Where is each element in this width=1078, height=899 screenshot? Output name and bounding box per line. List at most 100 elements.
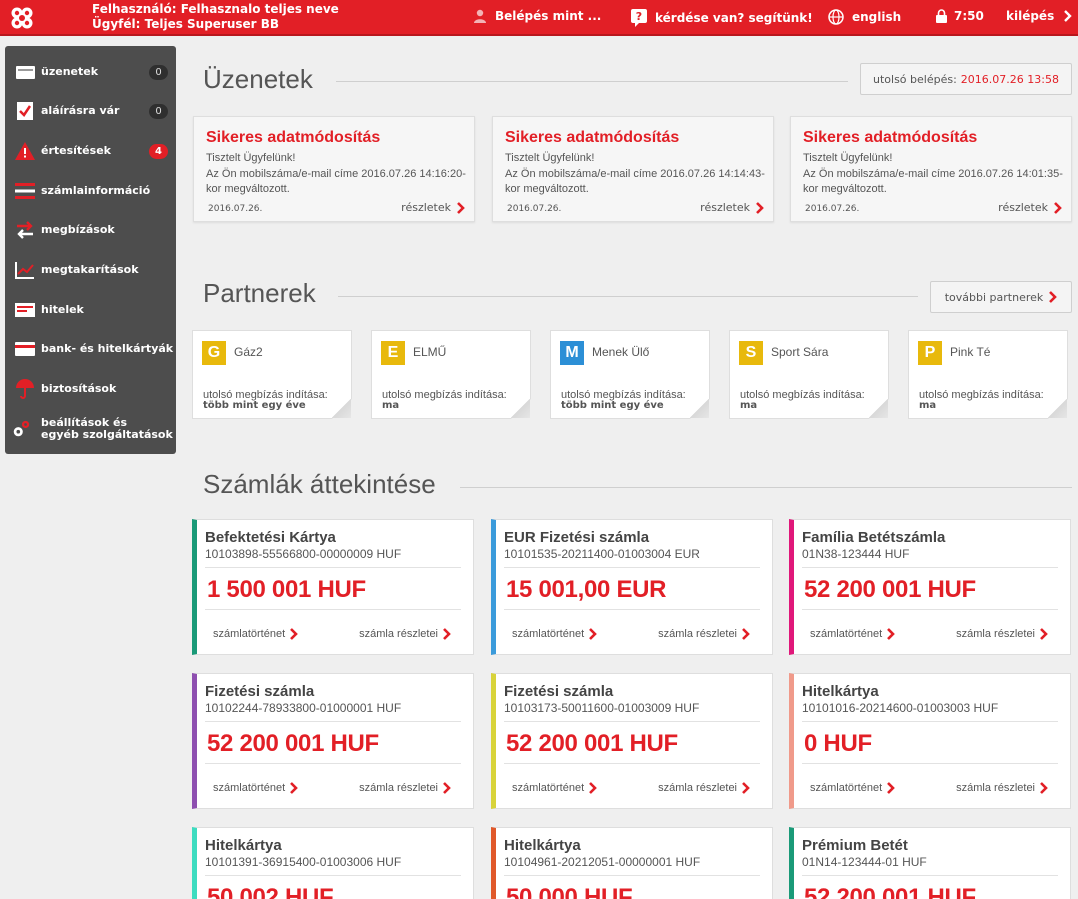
chevron-right-icon xyxy=(1049,291,1058,303)
chevron-right-icon xyxy=(887,782,895,794)
signature-check-icon xyxy=(15,101,35,121)
account-name: Hitelkártya xyxy=(205,837,282,854)
account-card[interactable]: Hitelkártya 10104961-20212051-00000001 H… xyxy=(491,827,773,899)
account-name: Befektetési Kártya xyxy=(205,529,336,546)
partner-name: Gáz2 xyxy=(234,345,263,359)
details-label: számla részletei xyxy=(956,628,1035,640)
account-card[interactable]: Prémium Betét 01N14-123444-01 HUF 52 200… xyxy=(789,827,1071,899)
account-balance: 50 002 HUF xyxy=(207,884,334,899)
chevron-right-icon xyxy=(1040,628,1048,640)
language-label: english xyxy=(852,10,902,24)
sidebar-item-label: beállítások és egyéb szolgáltatások xyxy=(41,417,173,441)
last-login-box: utolsó belépés: 2016.07.26 13:58 xyxy=(860,63,1072,95)
partner-card[interactable]: M Menek Ülő utolsó megbízás indítása: tö… xyxy=(550,330,710,419)
partner-card[interactable]: S Sport Sára utolsó megbízás indítása: m… xyxy=(729,330,889,419)
account-details-link[interactable]: számla részletei xyxy=(658,628,750,640)
sidebar-item-savings[interactable]: megtakarítások xyxy=(5,252,176,288)
account-history-link[interactable]: számlatörténet xyxy=(810,782,895,794)
details-label: számla részletei xyxy=(956,782,1035,794)
account-card[interactable]: Hitelkártya 10101391-36915400-01003006 H… xyxy=(192,827,474,899)
transfer-arrows-icon xyxy=(15,220,35,240)
sidebar-item-orders[interactable]: megbízások xyxy=(5,212,176,248)
account-card[interactable]: EUR Fizetési számla 10101535-20211400-01… xyxy=(491,519,773,655)
message-details-link[interactable]: részletek xyxy=(700,201,764,214)
account-balance: 52 200 001 HUF xyxy=(804,576,976,603)
divider xyxy=(205,763,461,764)
more-partners-label: további partnerek xyxy=(944,290,1044,304)
partner-card[interactable]: G Gáz2 utolsó megbízás indítása: több mi… xyxy=(192,330,352,419)
account-history-link[interactable]: számlatörténet xyxy=(810,628,895,640)
notifications-count-badge: 4 xyxy=(149,143,168,159)
sidebar-item-account-info[interactable]: számlainformáció xyxy=(5,173,176,209)
chevron-right-icon xyxy=(457,201,465,214)
envelope-icon xyxy=(15,62,35,82)
top-bar: Felhasználó: Felhasznalo teljes neve Ügy… xyxy=(0,0,1078,36)
help-button[interactable]: ? kérdése van? segítünk! xyxy=(631,9,813,27)
login-as-button[interactable]: Belépés mint ... xyxy=(473,9,601,23)
message-greeting: Tisztelt Ügyfelünk! xyxy=(206,152,296,164)
account-card[interactable]: Hitelkártya 10101016-20214600-01003003 H… xyxy=(789,673,1071,809)
history-label: számlatörténet xyxy=(810,782,883,794)
sidebar-item-awaiting-signature[interactable]: aláírásra vár 0 xyxy=(5,93,176,129)
page-fold-shade xyxy=(511,399,530,418)
account-card[interactable]: Fizetési számla 10102244-78933800-010000… xyxy=(192,673,474,809)
message-details-link[interactable]: részletek xyxy=(998,201,1062,214)
help-label: kérdése van? segítünk! xyxy=(655,11,813,25)
message-card[interactable]: Sikeres adatmódosítás Tisztelt Ügyfelünk… xyxy=(790,116,1072,222)
message-card[interactable]: Sikeres adatmódosítás Tisztelt Ügyfelünk… xyxy=(193,116,475,222)
details-label: részletek xyxy=(401,201,451,214)
partner-card[interactable]: E ELMŰ utolsó megbízás indítása: ma xyxy=(371,330,531,419)
details-label: számla részletei xyxy=(359,782,438,794)
divider xyxy=(205,721,461,722)
chevron-right-icon xyxy=(290,782,298,794)
svg-text:?: ? xyxy=(636,10,642,23)
account-number: 10101391-36915400-01003006 HUF xyxy=(205,855,402,869)
account-balance: 15 001,00 EUR xyxy=(506,576,667,603)
logout-button[interactable]: kilépés xyxy=(1006,9,1072,23)
message-card[interactable]: Sikeres adatmódosítás Tisztelt Ügyfelünk… xyxy=(492,116,774,222)
account-history-link[interactable]: számlatörténet xyxy=(213,628,298,640)
sidebar-item-settings[interactable]: beállítások és egyéb szolgáltatások xyxy=(5,411,176,447)
account-card[interactable]: Befektetési Kártya 10103898-55566800-000… xyxy=(192,519,474,655)
sidebar-item-label: értesítések xyxy=(41,144,111,157)
account-details-link[interactable]: számla részletei xyxy=(956,782,1048,794)
client-name: Ügyfél: Teljes Superuser BB xyxy=(92,17,280,31)
partner-initial: M xyxy=(560,341,584,365)
account-card[interactable]: Família Betétszámla 01N38-123444 HUF 52 … xyxy=(789,519,1071,655)
page-fold-shade xyxy=(690,399,709,418)
partner-last-order-value: ma xyxy=(382,400,400,411)
message-details-link[interactable]: részletek xyxy=(401,201,465,214)
account-balance: 50 000 HUF xyxy=(506,884,633,899)
sidebar-item-notifications[interactable]: értesítések 4 xyxy=(5,133,176,169)
page-fold-shade xyxy=(1048,399,1067,418)
message-text: Az Ön mobilszáma/e-mail címe 2016.07.26 … xyxy=(505,167,765,196)
account-balance: 0 HUF xyxy=(804,730,872,757)
account-details-link[interactable]: számla részletei xyxy=(359,628,451,640)
message-title: Sikeres adatmódosítás xyxy=(803,129,978,146)
chart-line-icon xyxy=(15,260,35,280)
sidebar-item-insurance[interactable]: biztosítások xyxy=(5,371,176,407)
account-history-link[interactable]: számlatörténet xyxy=(213,782,298,794)
user-name: Felhasználó: Felhasznalo teljes neve xyxy=(92,2,339,16)
chevron-right-icon xyxy=(443,628,451,640)
umbrella-icon xyxy=(15,379,35,399)
sidebar-item-messages[interactable]: üzenetek 0 xyxy=(5,54,176,90)
details-label: részletek xyxy=(700,201,750,214)
more-partners-button[interactable]: további partnerek xyxy=(930,281,1072,313)
sidebar-item-cards[interactable]: bank- és hitelkártyák xyxy=(5,331,176,367)
account-card[interactable]: Fizetési számla 10103173-50011600-010030… xyxy=(491,673,773,809)
message-text: Az Ön mobilszáma/e-mail címe 2016.07.26 … xyxy=(206,167,466,196)
account-details-link[interactable]: számla részletei xyxy=(956,628,1048,640)
sidebar-item-loans[interactable]: hitelek xyxy=(5,292,176,328)
account-history-link[interactable]: számlatörténet xyxy=(512,628,597,640)
partner-card[interactable]: P Pink Té utolsó megbízás indítása: ma xyxy=(908,330,1068,419)
language-switch[interactable]: english xyxy=(828,9,901,25)
bank-logo-icon[interactable] xyxy=(9,5,35,31)
history-label: számlatörténet xyxy=(810,628,883,640)
account-details-link[interactable]: számla részletei xyxy=(359,782,451,794)
account-details-link[interactable]: számla részletei xyxy=(658,782,750,794)
partner-initial: G xyxy=(202,341,226,365)
session-timer: 7:50 xyxy=(936,9,984,23)
last-login-value: 2016.07.26 13:58 xyxy=(960,72,1059,86)
account-history-link[interactable]: számlatörténet xyxy=(512,782,597,794)
